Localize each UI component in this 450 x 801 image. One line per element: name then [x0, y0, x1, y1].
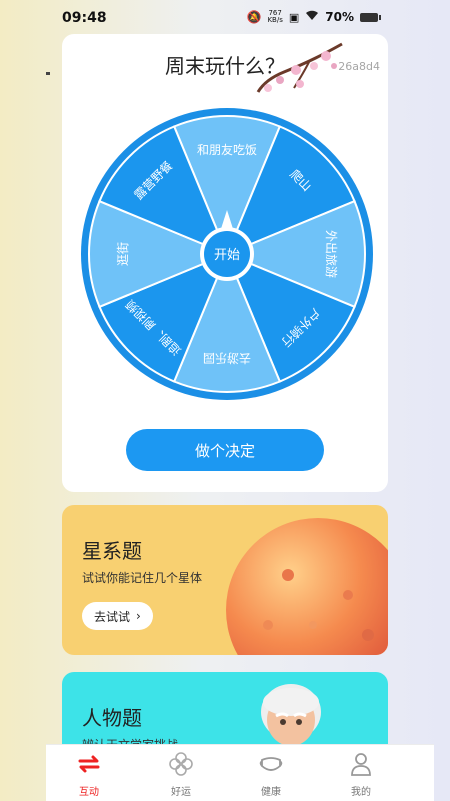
mask-icon — [259, 757, 283, 771]
net-speed-unit: KB/s — [267, 16, 283, 24]
star-quiz-title: 星系题 — [82, 539, 142, 563]
wheel-card: 周末玩什么？ 26a8d4 和朋友吃饭 爬山 外出旅游 户外骑行 去游乐园 追剧、刷视频逛… — [62, 34, 388, 492]
mute-icon: 🔕 — [246, 10, 262, 24]
spin-wheel[interactable]: 和朋友吃饭 爬山 外出旅游 户外骑行 去游乐园 追剧、刷视频 逛街 露营野餐 开始 — [79, 106, 375, 402]
wheel-segment-label: 和朋友吃饭 — [197, 143, 257, 157]
status-icons: 🔕 767 KB/s ▣ 70% — [246, 10, 381, 24]
try-button-label: 去试试 — [94, 609, 131, 624]
decide-button[interactable]: 做个决定 — [126, 429, 324, 471]
battery-percent: 70% — [325, 10, 354, 24]
network-speed: 767 KB/s — [267, 10, 282, 24]
nav-label-health: 健康 — [261, 787, 281, 798]
swap-arrows-icon — [78, 755, 100, 773]
cherry-blossom-icon — [256, 42, 343, 93]
nav-label-me: 我的 — [351, 787, 371, 798]
nav-item-luck[interactable]: 好运 — [146, 745, 216, 801]
nav-item-health[interactable]: 健康 — [236, 745, 306, 801]
try-button[interactable]: 去试试 › — [82, 602, 153, 630]
wifi-icon — [305, 10, 319, 24]
wheel-segment-label: 逛街 — [116, 242, 130, 266]
status-bar: 09:48 🔕 767 KB/s ▣ 70% — [0, 0, 450, 34]
nav-label-interact: 互动 — [79, 787, 99, 798]
planet-image — [226, 518, 388, 655]
nfc-icon: ▣ — [288, 10, 300, 24]
start-button-label: 开始 — [214, 248, 240, 263]
wheel-segment-label: 外出旅游 — [324, 230, 338, 278]
wheel-segment-label: 去游乐园 — [203, 351, 251, 365]
nav-item-interact[interactable]: 互动 — [54, 745, 124, 801]
star-quiz-card[interactable]: 星系题 试试你能记住几个星体 去试试 › — [62, 505, 388, 655]
user-icon — [351, 753, 371, 776]
nav-label-luck: 好运 — [171, 787, 191, 798]
battery-icon — [360, 12, 381, 22]
bottom-nav: 互动 好运 健康 我的 — [46, 744, 434, 801]
edge-mark — [46, 72, 50, 75]
wheel-graphic[interactable]: 和朋友吃饭爬山外出旅游户外骑行去游乐园追剧、刷视频逛街露营野餐开始 — [79, 106, 375, 402]
nav-item-me[interactable]: 我的 — [326, 745, 396, 801]
status-time: 09:48 — [62, 10, 107, 26]
people-quiz-title: 人物题 — [82, 706, 142, 730]
star-quiz-desc: 试试你能记住几个星体 — [82, 571, 203, 585]
hash-tag: 26a8d4 — [338, 60, 380, 73]
chevron-right-icon: › — [136, 609, 141, 623]
clover-icon — [169, 752, 193, 776]
